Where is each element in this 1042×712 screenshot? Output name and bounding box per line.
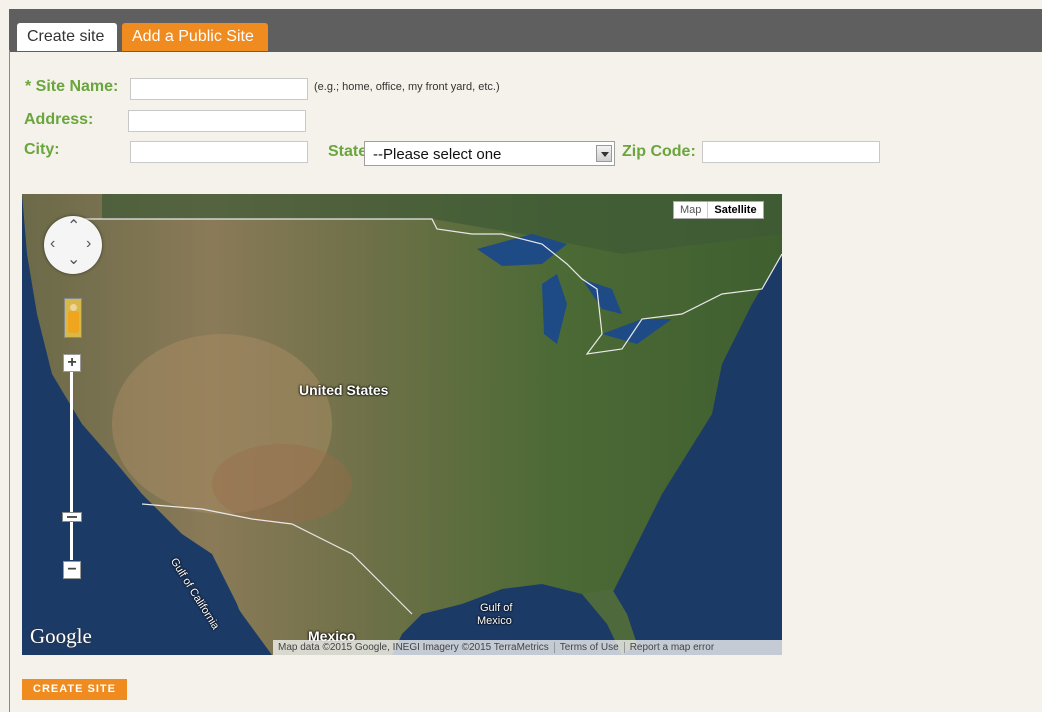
google-logo[interactable]: Google [30,624,92,649]
address-label: Address: [24,111,94,128]
state-select-value: --Please select one [373,146,502,163]
map-attribution-text: Map data ©2015 Google, INEGI Imagery ©20… [278,642,549,653]
map-type-map-button[interactable]: Map [674,202,709,218]
pan-left-icon[interactable]: ‹ [50,236,55,252]
site-name-label: * Site Name: [25,78,119,95]
tab-create-site[interactable]: Create site [17,23,117,51]
city-label: City: [24,141,60,158]
chevron-down-icon[interactable] [596,145,612,162]
zip-code-input[interactable] [702,141,880,163]
zoom-slider-track[interactable] [70,372,73,560]
state-select[interactable]: --Please select one [364,141,615,166]
pegman-body [68,311,79,333]
pegman-icon[interactable] [64,298,82,338]
report-map-error-link[interactable]: Report a map error [623,642,719,653]
create-site-button[interactable]: CREATE SITE [22,679,127,700]
content-border [9,50,10,712]
zip-code-label: Zip Code: [622,143,696,160]
tab-add-public-site[interactable]: Add a Public Site [122,23,268,51]
pan-up-icon[interactable]: ⌃ [67,219,80,235]
terms-of-use-link[interactable]: Terms of Use [553,642,624,653]
map-label-gulf-of-mexico-line2: Mexico [477,615,512,627]
map-label-united-states: United States [299,382,389,398]
map-attribution-bar: Map data ©2015 Google, INEGI Imagery ©20… [273,640,782,655]
map-type-satellite-button[interactable]: Satellite [708,202,762,218]
map-view[interactable] [22,194,782,655]
tab-bar: Create site Add a Public Site [9,9,1042,52]
zoom-slider-handle[interactable] [62,512,82,522]
pan-right-icon[interactable]: › [86,236,91,252]
map-label-gulf-of-mexico-line1: Gulf of [480,602,513,614]
site-name-hint: (e.g.; home, office, my front yard, etc.… [314,81,500,93]
zoom-out-icon[interactable]: − [63,561,81,579]
city-input[interactable] [130,141,308,163]
satellite-imagery [22,194,782,655]
site-name-input[interactable] [130,78,308,100]
pan-control-icon[interactable]: ⌃ ‹ › ⌄ [44,216,102,274]
address-input[interactable] [128,110,306,132]
pan-down-icon[interactable]: ⌄ [67,252,80,268]
map-type-control: Map Satellite [673,201,764,219]
pegman-head [70,304,77,311]
zoom-in-icon[interactable]: + [63,354,81,372]
